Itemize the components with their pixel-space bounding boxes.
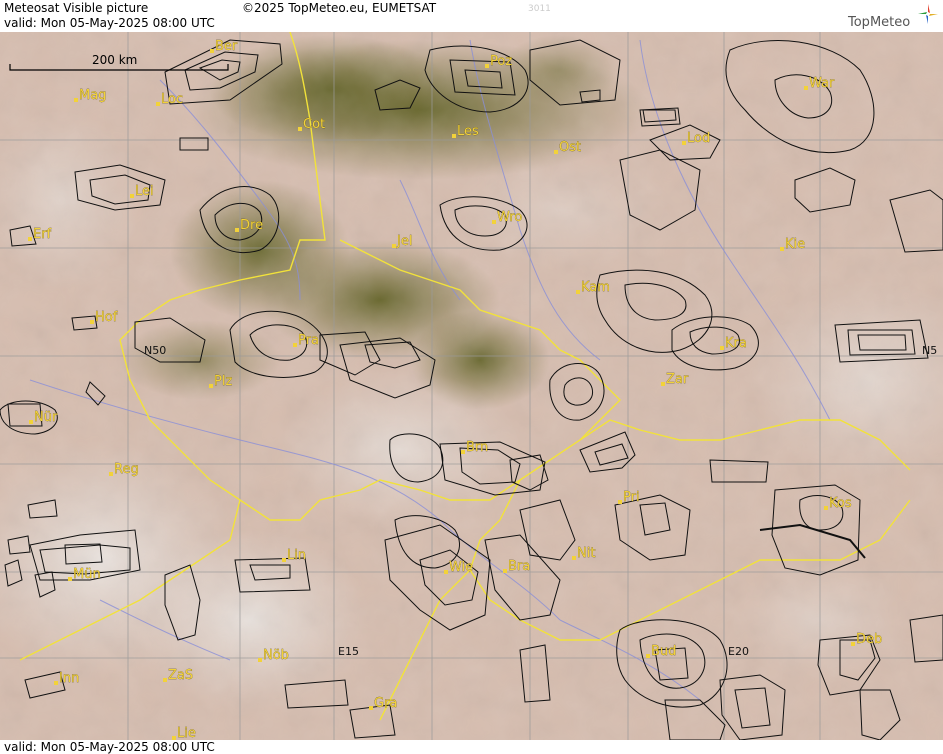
city-dot-poz — [485, 64, 489, 68]
lon-label-e15: E15 — [338, 645, 359, 658]
lat-label-n50-right: N5 — [922, 344, 937, 357]
city-dot-lei — [130, 194, 134, 198]
satellite-viewer: Meteosat Visible picture valid: Mon 05-M… — [0, 0, 943, 754]
city-dot-erf — [28, 237, 32, 241]
city-label-inn: Inn — [59, 671, 79, 686]
city-label-loc: Loc — [161, 92, 183, 107]
city-label-reg: Reg — [114, 462, 139, 477]
footer-valid-time: valid: Mon 05-May-2025 08:00 UTC — [4, 740, 215, 754]
city-label-les: Les — [457, 124, 479, 139]
city-label-erf: Erf — [33, 227, 52, 242]
footer-bar: valid: Mon 05-May-2025 08:00 UTC — [0, 740, 943, 754]
city-label-war: War — [809, 76, 835, 91]
city-label-ber: Ber — [215, 39, 238, 54]
city-dot-kam — [576, 290, 580, 294]
city-dot-ber — [210, 49, 214, 53]
city-label-kam: Kam — [581, 280, 610, 295]
city-dot-brn — [461, 450, 465, 454]
lat-label-n50: N50 — [144, 344, 166, 357]
city-dot-zar — [661, 382, 665, 386]
city-dot-deb — [851, 642, 855, 646]
map-area[interactable]: 200 km N50 N5 E15 E20 Ber Poz War Mag Loc Cot… — [0, 32, 943, 740]
city-label-hof: Hof — [95, 310, 118, 325]
city-dot-wro — [492, 220, 496, 224]
city-dot-zas — [163, 678, 167, 682]
city-label-ost: Ost — [559, 140, 581, 155]
valid-time: valid: Mon 05-May-2025 08:00 UTC — [4, 16, 215, 30]
city-dot-gra — [369, 706, 373, 710]
satellite-map: 200 km N50 N5 E15 E20 Ber Poz War Mag Loc Cot… — [0, 32, 943, 740]
city-dot-kie — [780, 247, 784, 251]
city-dot-pri — [618, 500, 622, 504]
city-dot-hof — [90, 320, 94, 324]
city-dot-nur — [29, 420, 33, 424]
city-dot-lod — [682, 141, 686, 145]
city-label-bra: Bra — [508, 559, 530, 574]
city-dot-loc — [156, 102, 160, 106]
city-label-pri: Pri — [623, 490, 640, 505]
city-dot-nob — [258, 658, 262, 662]
city-dot-dre — [235, 228, 239, 232]
city-dot-les — [452, 134, 456, 138]
city-label-cot: Cot — [303, 117, 325, 132]
city-label-kra: Kra — [725, 336, 747, 351]
city-label-lie: Lie — [177, 726, 196, 740]
city-label-kos: Kos — [829, 496, 852, 511]
brand-logo: TopMeteo — [848, 15, 911, 30]
city-label-gra: Gra — [374, 696, 397, 711]
city-dot-pra — [293, 343, 297, 347]
city-dot-mag — [74, 98, 78, 102]
city-dot-lin — [282, 558, 286, 562]
city-label-dre: Dre — [240, 218, 263, 233]
city-label-kie: Kie — [785, 237, 805, 252]
scale-label: 200 km — [92, 53, 137, 67]
city-label-wie: Wie — [449, 560, 473, 575]
city-dot-bra — [503, 569, 507, 573]
city-label-deb: Deb — [856, 632, 882, 647]
city-label-zas: ZaS — [168, 668, 193, 683]
city-dot-kra — [720, 346, 724, 350]
image-code: 3011 — [528, 4, 551, 14]
city-label-mun: Mün — [73, 567, 101, 582]
compass-logo-icon — [918, 4, 938, 24]
city-label-zar: Zar — [666, 372, 689, 387]
city-label-plz: Plz — [214, 374, 232, 389]
city-label-lin: Lin — [287, 548, 306, 563]
city-dot-cot — [298, 127, 302, 131]
city-label-jel: Jel — [396, 234, 412, 249]
city-label-wro: Wro — [497, 210, 522, 225]
city-dot-plz — [209, 384, 213, 388]
header-bar: Meteosat Visible picture valid: Mon 05-M… — [0, 0, 943, 33]
copyright: ©2025 TopMeteo.eu, EUMETSAT — [242, 1, 437, 15]
city-dot-inn — [54, 681, 58, 685]
city-dot-wie — [444, 570, 448, 574]
map-title: Meteosat Visible picture — [4, 1, 149, 15]
city-dot-reg — [109, 472, 113, 476]
city-dot-kos — [824, 506, 828, 510]
city-label-nit: Nit — [577, 546, 595, 561]
city-dot-mun — [68, 577, 72, 581]
city-label-nur: Nür — [34, 410, 58, 425]
city-label-nob: Nöb — [263, 648, 289, 663]
city-label-pra: Pra — [298, 333, 319, 348]
city-label-lod: Lod — [687, 131, 710, 146]
city-label-mag: Mag — [79, 88, 106, 103]
city-label-bud: Bud — [651, 644, 676, 659]
city-label-lei: Lei — [135, 184, 154, 199]
city-dot-jel — [392, 244, 396, 248]
city-dot-war — [804, 86, 808, 90]
city-dot-ost — [554, 150, 558, 154]
city-dot-nit — [572, 556, 576, 560]
lon-label-e20: E20 — [728, 645, 749, 658]
city-label-poz: Poz — [490, 54, 512, 69]
city-label-brn: Brn — [466, 440, 488, 455]
city-dot-bud — [646, 654, 650, 658]
